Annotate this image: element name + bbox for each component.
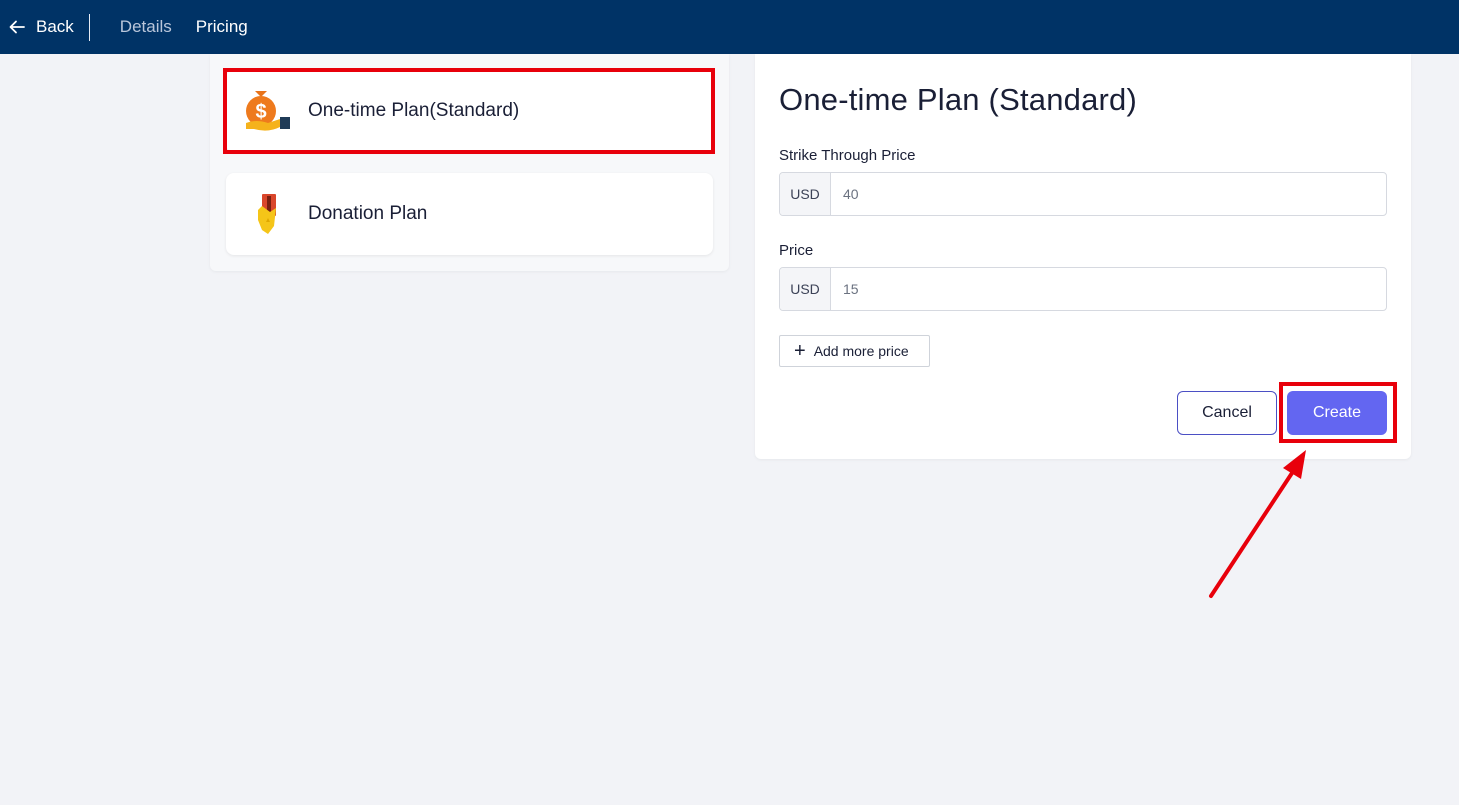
currency-addon: USD — [780, 173, 831, 215]
top-navigation-bar: Back Details Pricing — [0, 0, 1459, 54]
arrow-left-icon — [9, 20, 25, 34]
back-button[interactable]: Back — [0, 0, 74, 54]
plan-card-donation[interactable]: Donation Plan — [226, 173, 713, 255]
plan-label: Donation Plan — [308, 203, 428, 224]
price-input[interactable] — [831, 268, 1386, 310]
form-title: One-time Plan (Standard) — [779, 82, 1138, 117]
price-label: Price — [779, 242, 814, 259]
tab-details[interactable]: Details — [120, 17, 172, 37]
plan-list-panel: $ One-time Plan(Standard) Donation Plan — [210, 54, 729, 271]
price-group: USD — [779, 267, 1387, 311]
cancel-button[interactable]: Cancel — [1177, 391, 1277, 435]
add-more-price-button[interactable]: + Add more price — [779, 335, 930, 367]
plan-form-panel: One-time Plan (Standard) Strike Through … — [755, 54, 1411, 459]
plan-label: One-time Plan(Standard) — [308, 100, 520, 121]
svg-text:$: $ — [255, 101, 266, 123]
money-bag-hand-icon: $ — [240, 83, 296, 139]
add-more-price-label: Add more price — [813, 343, 909, 359]
strike-price-input[interactable] — [831, 173, 1386, 215]
currency-addon: USD — [780, 268, 831, 310]
strike-price-label: Strike Through Price — [779, 147, 916, 164]
create-button[interactable]: Create — [1287, 391, 1387, 435]
donation-hand-icon — [240, 186, 296, 242]
tab-pricing[interactable]: Pricing — [196, 17, 248, 37]
plan-card-one-time[interactable]: $ One-time Plan(Standard) — [226, 70, 713, 152]
nav-divider — [88, 13, 90, 41]
plus-icon: + — [794, 340, 806, 362]
strike-price-group: USD — [779, 172, 1387, 216]
back-label: Back — [36, 17, 74, 36]
